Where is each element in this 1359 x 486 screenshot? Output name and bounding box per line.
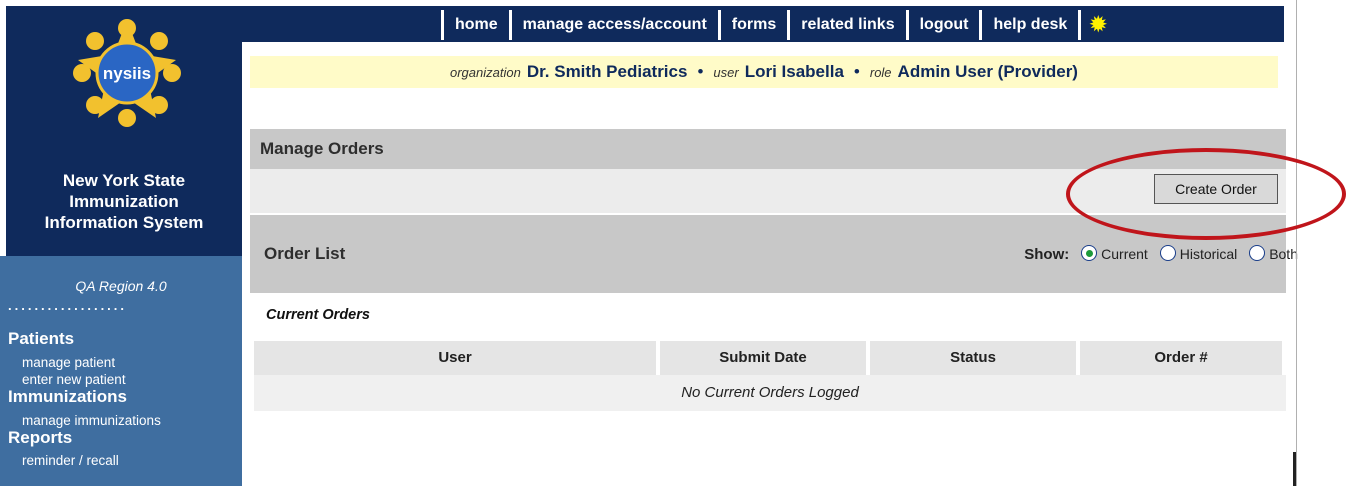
radio-historical[interactable] <box>1159 245 1176 261</box>
orders-table: User Submit Date Status Order # No Curre… <box>254 341 1286 411</box>
table-header-row: User Submit Date Status Order # <box>254 341 1286 375</box>
manage-orders-toolbar: Create Order <box>250 169 1286 213</box>
nysiis-logo: nysiis <box>73 19 181 127</box>
manage-orders-title: Manage Orders <box>260 139 384 158</box>
radio-current-label: Current <box>1101 246 1148 262</box>
app-window: nysiis New York State Immunization Infor… <box>0 0 1298 486</box>
top-navigation: home manage access/account forms related… <box>441 10 1116 40</box>
sidebar: QA Region 4.0 .................. Patient… <box>0 256 242 486</box>
region-label: QA Region 4.0 <box>75 278 167 294</box>
nav-forms[interactable]: forms <box>717 10 788 40</box>
show-label: Show: <box>1024 246 1070 263</box>
empty-orders-message: No Current Orders Logged <box>254 375 1286 411</box>
organization-name: New York State Immunization Information … <box>6 170 242 233</box>
sidebar-item-enter-new-patient[interactable]: enter new patient <box>22 372 126 387</box>
radio-historical-label: Historical <box>1179 246 1238 262</box>
nav-logout[interactable]: logout <box>905 10 980 40</box>
user-value: Lori Isabella <box>744 62 844 81</box>
logo-text: nysiis <box>103 64 151 83</box>
sidebar-item-manage-immunizations[interactable]: manage immunizations <box>22 413 161 428</box>
organization-value: Dr. Smith Pediatrics <box>526 62 688 81</box>
radio-both-label: Both <box>1269 246 1298 262</box>
organization-label: organization <box>450 65 521 80</box>
lightbulb-icon[interactable]: ✹ <box>1078 10 1116 40</box>
radio-current[interactable] <box>1081 245 1098 261</box>
order-list-title: Order List <box>264 244 346 263</box>
nav-manage-access-account[interactable]: manage access/account <box>508 10 718 40</box>
column-header-order-number[interactable]: Order # <box>1080 341 1282 375</box>
manage-orders-header: Manage Orders <box>250 129 1286 169</box>
current-orders-label: Current Orders <box>266 307 370 323</box>
sidebar-divider: .................. <box>8 298 128 313</box>
nav-home[interactable]: home <box>441 10 509 40</box>
show-filter: Show: Current Historical Both <box>1024 215 1298 293</box>
column-header-user[interactable]: User <box>254 341 656 375</box>
role-label: role <box>869 65 892 80</box>
sidebar-group-immunizations: Immunizations <box>8 387 128 406</box>
sidebar-group-patients: Patients <box>8 329 75 348</box>
create-order-button[interactable]: Create Order <box>1154 174 1278 204</box>
nav-related-links[interactable]: related links <box>787 10 906 40</box>
order-list-header: Order List Show: Current Historical Both <box>250 215 1298 293</box>
role-value: Admin User (Provider) <box>897 62 1078 81</box>
session-info-bar: organization Dr. Smith Pediatrics • user Lor… <box>250 56 1278 88</box>
radio-both[interactable] <box>1249 245 1266 261</box>
page-border <box>1296 0 1297 486</box>
page-border-mark <box>1293 452 1296 486</box>
nav-help-desk[interactable]: help desk <box>979 10 1079 40</box>
org-line-1: New York State <box>62 171 186 190</box>
logo-area: nysiis New York State Immunization Infor… <box>6 6 242 256</box>
sidebar-group-reports: Reports <box>8 428 73 447</box>
sidebar-item-manage-patient[interactable]: manage patient <box>22 355 115 370</box>
separator: • <box>697 62 704 81</box>
column-header-submit-date[interactable]: Submit Date <box>660 341 866 375</box>
org-line-3: Information System <box>44 213 204 232</box>
org-line-2: Immunization <box>69 192 179 211</box>
user-label: user <box>713 65 739 80</box>
main-content: organization Dr. Smith Pediatrics • user Lor… <box>250 45 1298 486</box>
separator: • <box>853 62 860 81</box>
sidebar-item-reminder-recall[interactable]: reminder / recall <box>22 453 119 468</box>
column-header-status[interactable]: Status <box>870 341 1076 375</box>
